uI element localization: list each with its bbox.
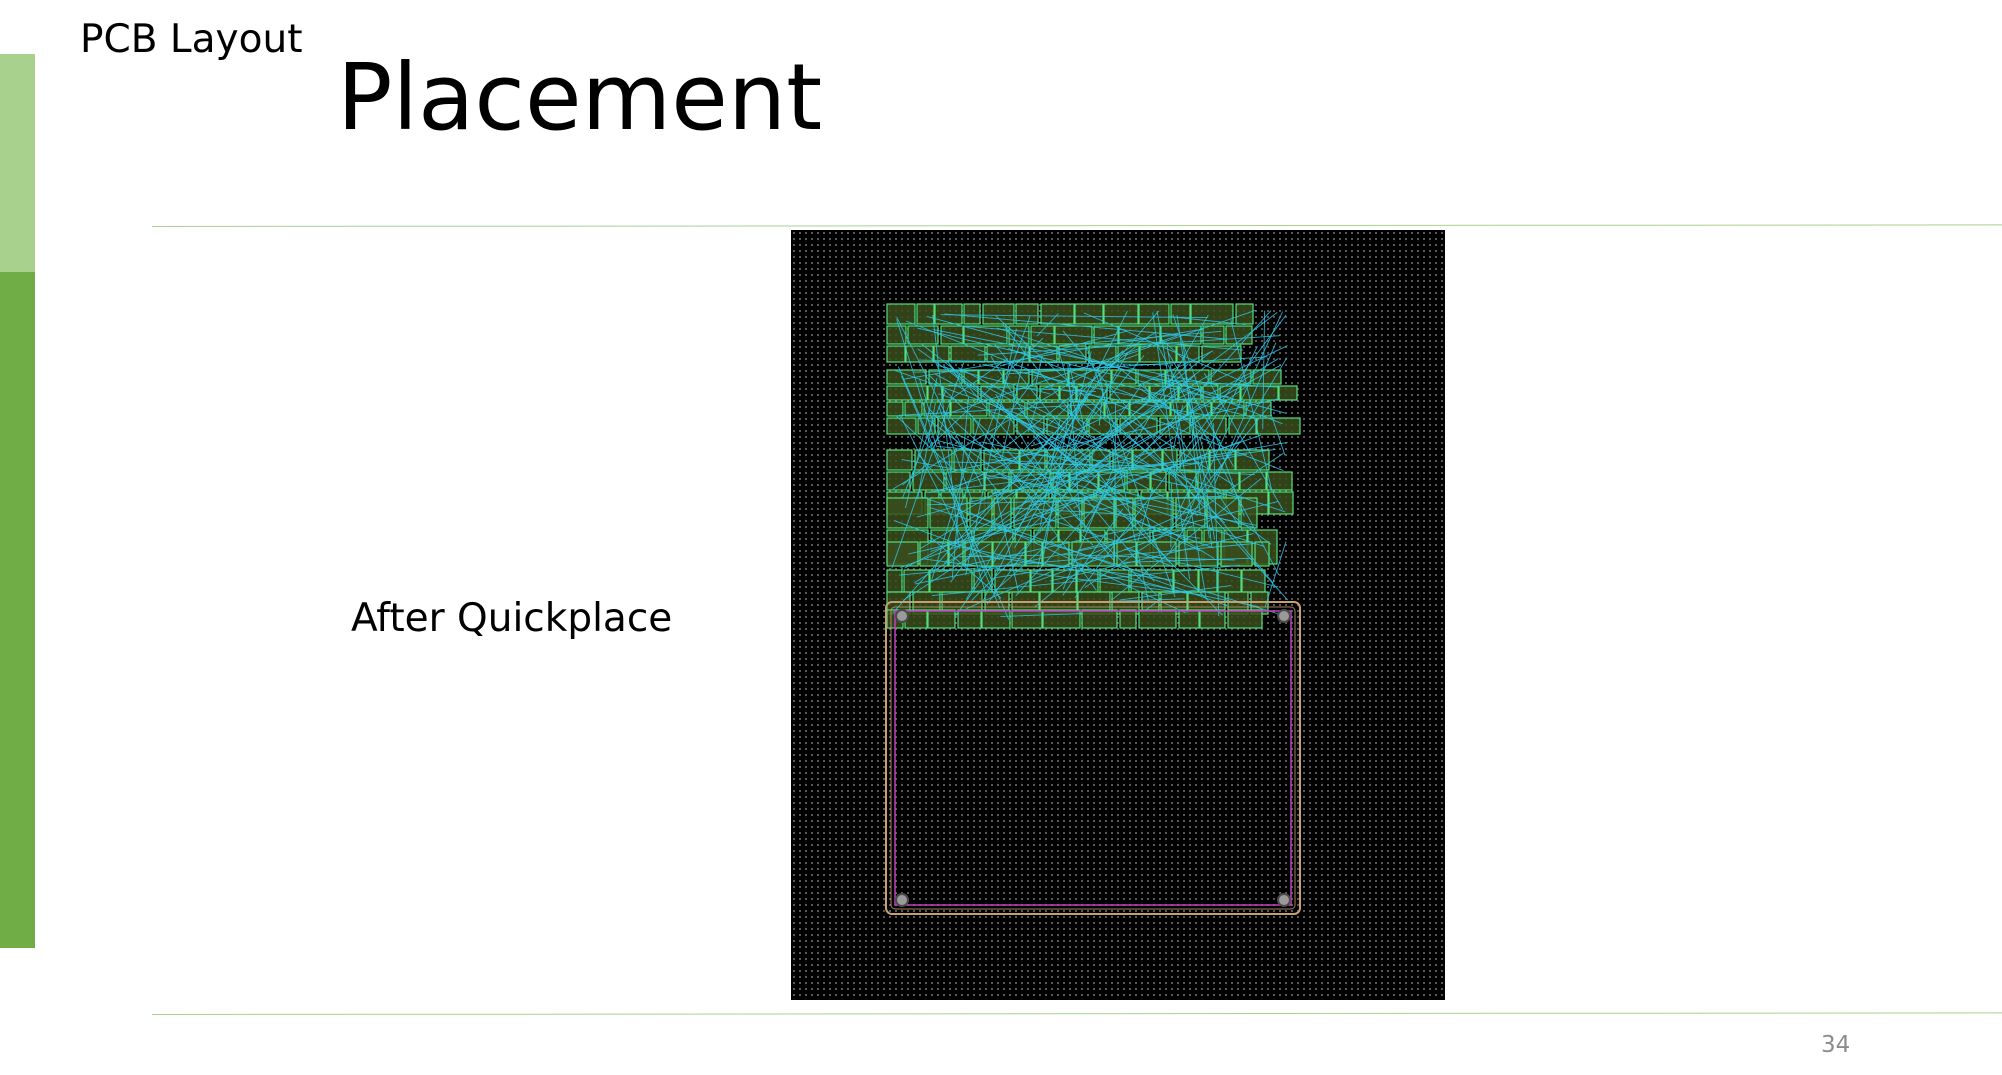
component-footprint — [1103, 303, 1139, 325]
component-footprint — [1011, 609, 1043, 629]
component-footprint — [1178, 609, 1200, 629]
component-footprint — [957, 609, 982, 629]
component-footprint — [1227, 609, 1263, 629]
component-footprint — [1256, 417, 1301, 435]
component-footprint — [1220, 541, 1253, 567]
bottom-divider — [151, 1012, 2002, 1015]
component-footprint — [982, 303, 1015, 325]
page-number: 34 — [1821, 1032, 1851, 1058]
component-footprint — [1202, 325, 1225, 345]
accent-bar-dark — [0, 272, 35, 948]
page-title: Placement — [337, 44, 823, 151]
component-footprint — [963, 303, 981, 325]
component-footprint — [1030, 325, 1055, 345]
ratsnest-line — [1170, 483, 1172, 548]
section-label: PCB Layout — [80, 17, 303, 62]
pcb-layout-drawing — [885, 303, 1301, 915]
mounting-hole — [1277, 893, 1291, 907]
component-footprint — [1042, 609, 1081, 629]
component-footprint — [886, 345, 906, 363]
accent-bar-light — [0, 54, 35, 272]
component-footprint — [916, 303, 935, 325]
component-footprint — [1235, 449, 1270, 471]
pcb-layout-image — [791, 230, 1445, 1000]
component-footprint — [886, 569, 903, 593]
component-footprint — [1099, 569, 1130, 593]
board-outline-inner — [890, 606, 1296, 910]
component-footprint — [1278, 385, 1298, 401]
component-footprint — [1176, 345, 1200, 363]
component-footprint — [905, 345, 934, 363]
component-footprint — [1119, 609, 1137, 629]
component-footprint — [886, 303, 916, 325]
component-footprint — [1138, 609, 1177, 629]
component-footprint — [1199, 609, 1226, 629]
component-footprint — [1081, 609, 1118, 629]
component-footprint — [950, 345, 986, 363]
board-outline — [885, 601, 1301, 915]
keepout-outline — [894, 610, 1292, 906]
component-footprint — [907, 325, 939, 345]
top-divider — [151, 224, 2002, 227]
component-footprint — [927, 609, 956, 629]
component-footprint — [1170, 303, 1191, 325]
component-footprint — [1054, 325, 1093, 345]
component-footprint — [886, 449, 913, 471]
figure-caption: After Quickplace — [351, 596, 673, 641]
component-footprint — [886, 401, 904, 417]
component-footprint — [1074, 303, 1104, 325]
mounting-hole — [895, 893, 909, 907]
mounting-hole — [895, 609, 909, 623]
mounting-hole — [1277, 609, 1291, 623]
